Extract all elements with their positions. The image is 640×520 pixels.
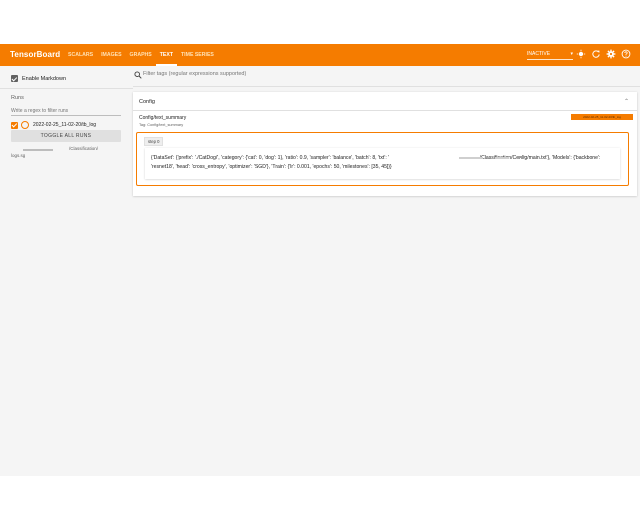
- run-item[interactable]: 2022-02-25_11-02-20/tb_log: [11, 121, 96, 129]
- tab-graphs[interactable]: Graphs: [126, 44, 156, 66]
- card-title: Config: [139, 99, 155, 105]
- status-select-value: INACTIVE: [527, 51, 551, 57]
- log-dir-path-text: /Classification/: [69, 146, 99, 151]
- main-panel: Config ⌃ Config/text_summary Tag: Config…: [133, 66, 640, 476]
- tab-images[interactable]: Images: [97, 44, 125, 66]
- tag-filter-input[interactable]: [143, 71, 443, 77]
- top-bar: TensorBoard Scalars Images Graphs Text T…: [0, 44, 640, 66]
- enable-markdown-checkbox[interactable]: [11, 75, 18, 82]
- runs-filter-input[interactable]: [11, 107, 121, 116]
- tensorboard-window: TensorBoard Scalars Images Graphs Text T…: [0, 44, 640, 476]
- help-icon[interactable]: [621, 49, 631, 59]
- redacted-path: [23, 149, 53, 151]
- redacted-path-part: [517, 156, 525, 158]
- enable-markdown-toggle[interactable]: Enable Markdown: [11, 75, 66, 82]
- tab-time-series[interactable]: Time Series: [177, 44, 218, 66]
- status-select[interactable]: INACTIVE ▾: [527, 50, 573, 60]
- sidebar-divider: [0, 88, 133, 89]
- log-dir-path: /Classification/ logs.sg: [11, 145, 123, 159]
- redacted-path-part: [495, 157, 509, 159]
- run-color-swatch[interactable]: [21, 121, 29, 129]
- gear-icon[interactable]: [606, 49, 616, 59]
- text-summary-box: step 0 {'DataSet': {'prefix': './CatDog/…: [136, 132, 629, 186]
- redacted-path-part: [459, 157, 483, 159]
- top-margin: [0, 0, 640, 44]
- settings-brightness-icon[interactable]: [576, 49, 586, 59]
- chevron-down-icon: ▾: [570, 51, 573, 57]
- tab-text[interactable]: Text: [155, 44, 178, 66]
- run-checkbox[interactable]: [11, 121, 18, 129]
- app-brand: TensorBoard: [10, 50, 61, 59]
- chevron-up-icon[interactable]: ⌃: [624, 98, 629, 105]
- run-chip: 2022-02-25_11-02-20/tb_log: [571, 114, 633, 120]
- search-icon: [134, 71, 142, 79]
- card-divider: [133, 110, 637, 111]
- text-summary-content: {'DataSet': {'prefix': './CatDog/', 'cat…: [145, 148, 620, 179]
- text-summary-text: {'DataSet': {'prefix': './CatDog/', 'cat…: [151, 155, 602, 170]
- bottom-margin: [0, 476, 640, 520]
- refresh-icon[interactable]: [591, 49, 601, 59]
- toggle-all-runs-button[interactable]: TOGGLE ALL RUNS: [11, 130, 121, 142]
- summary-name: Config/text_summary: [139, 115, 187, 121]
- step-badge: step 0: [144, 137, 164, 146]
- run-name: 2022-02-25_11-02-20/tb_log: [33, 122, 97, 128]
- config-card: Config ⌃ Config/text_summary Tag: Config…: [133, 92, 637, 196]
- enable-markdown-label: Enable Markdown: [22, 75, 67, 82]
- tab-scalars[interactable]: Scalars: [64, 44, 97, 66]
- sidebar: Enable Markdown Runs 2022-02-25_11-02-20…: [0, 66, 133, 476]
- tag-filter-bar: [133, 66, 640, 87]
- dashboard-tabs: Scalars Images Graphs Text Time Series: [64, 44, 218, 66]
- summary-tag: Tag: Config/text_summary: [139, 123, 184, 127]
- runs-title: Runs: [11, 95, 24, 101]
- log-dir-path-sub: logs.sg: [11, 153, 26, 158]
